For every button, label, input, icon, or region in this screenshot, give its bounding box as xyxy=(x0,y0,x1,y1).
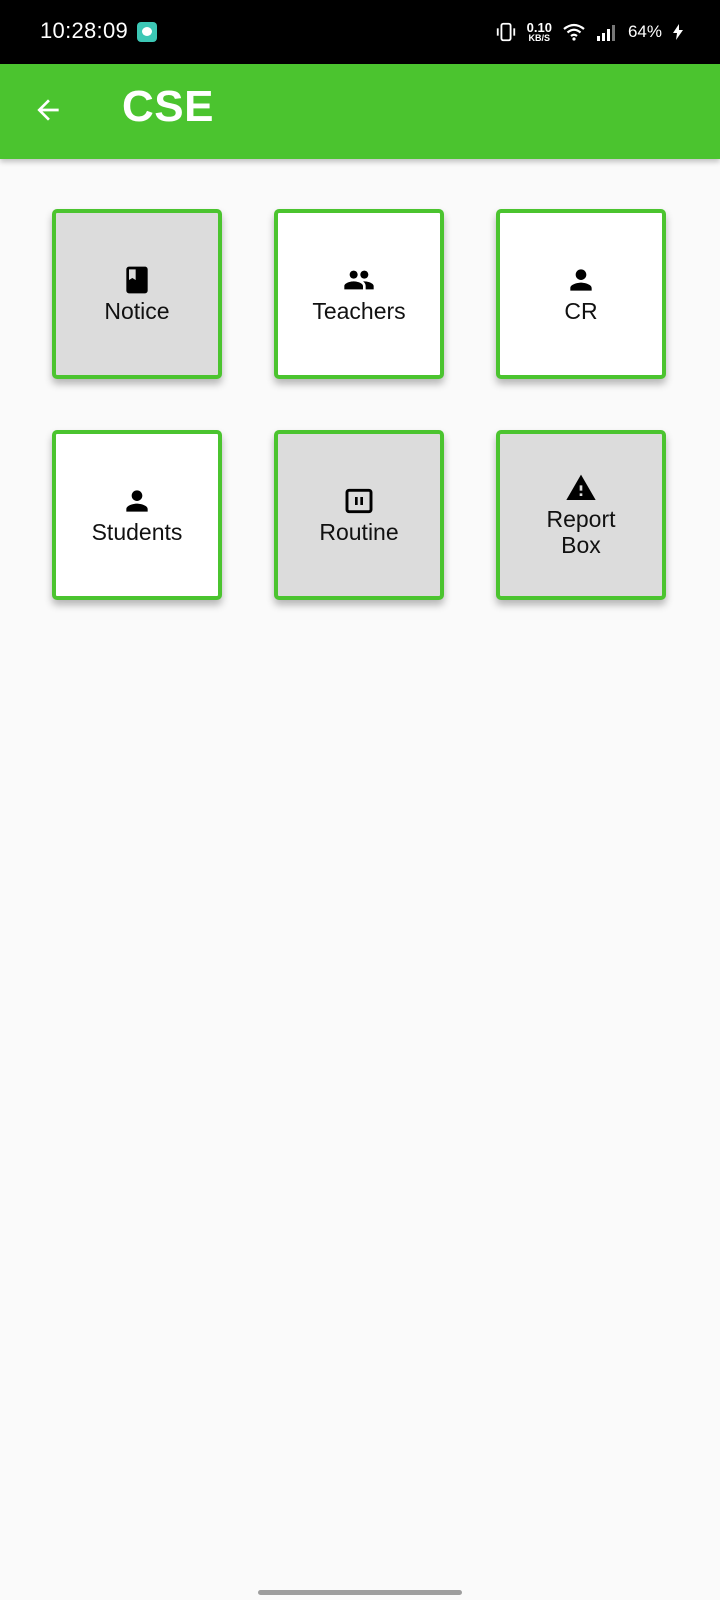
notification-app-icon xyxy=(137,22,157,42)
notice-label: Notice xyxy=(104,298,170,324)
warning-icon xyxy=(566,474,596,500)
book-icon xyxy=(126,266,148,294)
app-bar: CSE xyxy=(0,64,720,159)
status-bar: 10:28:09 0.10 KB/S 64% xyxy=(0,0,720,64)
students-label: Students xyxy=(91,519,183,545)
routine-tile[interactable]: Routine xyxy=(274,430,444,600)
back-button[interactable] xyxy=(28,90,68,130)
notice-tile[interactable]: Notice xyxy=(52,209,222,379)
pause-box-icon xyxy=(345,488,373,514)
report-box-tile[interactable]: Report Box xyxy=(496,430,666,600)
status-time: 10:28:09 xyxy=(40,18,129,43)
battery-percent: 64% xyxy=(627,22,662,41)
charging-icon xyxy=(673,24,683,40)
students-tile[interactable]: Students xyxy=(52,430,222,600)
person-icon xyxy=(570,269,592,291)
report-box-label: Report Box xyxy=(546,506,616,558)
teachers-tile[interactable]: Teachers xyxy=(274,209,444,379)
status-indicators: 0.10 KB/S 64% xyxy=(495,18,684,46)
gesture-nav-handle[interactable] xyxy=(258,1590,462,1595)
arrow-back-icon xyxy=(37,99,59,121)
cr-label: CR xyxy=(564,298,598,324)
wifi-icon xyxy=(563,23,585,41)
signal-icon xyxy=(596,25,615,41)
cr-tile[interactable]: CR xyxy=(496,209,666,379)
person-icon xyxy=(126,490,148,512)
page-title: CSE xyxy=(122,82,214,131)
vibrate-icon xyxy=(496,22,515,42)
routine-label: Routine xyxy=(319,519,399,545)
people-icon xyxy=(344,270,374,290)
teachers-label: Teachers xyxy=(312,298,406,324)
network-speed-unit: KB/S xyxy=(528,33,551,43)
network-speed: 0.10 KB/S xyxy=(527,21,552,43)
